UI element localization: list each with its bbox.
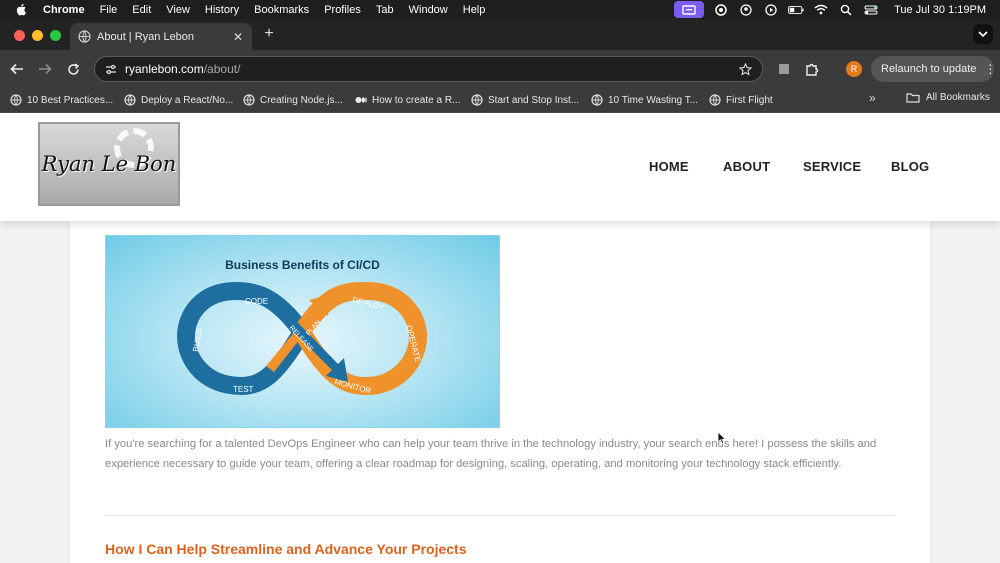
bookmark-favicon-icon [124, 94, 136, 106]
window-close-button[interactable] [14, 30, 25, 41]
mouse-pointer-icon [717, 431, 727, 445]
macos-menu-bar: Chrome File Edit View History Bookmarks … [0, 0, 1000, 19]
cicd-infographic: CODE BUILD TEST RELEASE PLAN DEPLOY OPER… [105, 235, 500, 428]
menu-view[interactable]: View [166, 4, 190, 16]
tab-search-chevron-icon[interactable] [973, 24, 993, 44]
bookmark-item[interactable]: 10 Best Practices... [10, 92, 113, 108]
bookmark-label: 10 Time Wasting T... [608, 94, 699, 106]
menu-bookmarks[interactable]: Bookmarks [254, 4, 309, 16]
site-settings-icon[interactable] [105, 64, 117, 75]
relaunch-label: Relaunch to update [881, 63, 977, 75]
menubar-status-area: Tue Jul 30 1:19PM [674, 0, 1000, 19]
apple-icon[interactable] [14, 3, 30, 16]
forward-arrow-icon[interactable] [35, 59, 55, 79]
relaunch-to-update-button[interactable]: Relaunch to update ⋮ [871, 56, 996, 82]
browser-tab-strip: About | Ryan Lebon ✕ + [0, 19, 1000, 50]
bookmark-star-icon[interactable] [739, 62, 752, 76]
nav-service[interactable]: SERVICE [803, 159, 861, 174]
tab-close-icon[interactable]: ✕ [232, 30, 244, 44]
menu-edit[interactable]: Edit [132, 4, 151, 16]
chrome-menu-icon[interactable]: ⋮ [984, 62, 996, 76]
medium-logo-icon [355, 97, 367, 103]
battery-icon[interactable] [788, 3, 804, 16]
nav-blog[interactable]: BLOG [891, 159, 929, 174]
all-bookmarks-label: All Bookmarks [926, 92, 990, 103]
bookmark-label: Deploy a React/No... [141, 94, 234, 106]
bookmark-label: How to create a R... [372, 94, 461, 106]
menubar-clock[interactable]: Tue Jul 30 1:19PM [894, 4, 986, 16]
section-heading: How I Can Help Streamline and Advance Yo… [105, 541, 467, 557]
extensions-puzzle-icon[interactable] [802, 59, 822, 79]
spotlight-search-icon[interactable] [838, 3, 854, 16]
url-path: /about/ [203, 62, 241, 76]
new-tab-button[interactable]: + [262, 25, 276, 43]
address-bar[interactable]: ryanlebon.com/about/ [94, 56, 763, 82]
extension-square-icon[interactable] [774, 59, 794, 79]
menu-profiles[interactable]: Profiles [324, 4, 361, 16]
bookmark-label: First Flight [726, 94, 773, 106]
intro-paragraph: If you're searching for a talented DevOp… [105, 438, 877, 470]
bookmark-label: Start and Stop Inst... [488, 94, 580, 106]
browser-tab-active[interactable]: About | Ryan Lebon ✕ [70, 23, 252, 50]
bookmark-item[interactable]: First Flight [709, 92, 773, 108]
play-icon[interactable] [763, 3, 779, 16]
wifi-icon[interactable] [813, 3, 829, 16]
url-host: ryanlebon.com [125, 62, 204, 76]
bookmark-favicon-icon [243, 94, 255, 106]
tab-title: About | Ryan Lebon [97, 30, 195, 43]
screen-share-icon[interactable] [674, 1, 705, 18]
logo-text: Ryan Le Bon [41, 152, 177, 176]
bookmark-item[interactable]: Creating Node.js... [243, 92, 343, 108]
menu-help[interactable]: Help [463, 4, 486, 16]
loop-left-segment [176, 281, 310, 396]
address-url[interactable]: ryanlebon.com/about/ [125, 62, 739, 76]
menu-window[interactable]: Window [409, 4, 448, 16]
stage-label-code: CODE [245, 297, 268, 306]
bookmark-favicon-icon [709, 94, 721, 106]
bookmark-label: 10 Best Practices... [27, 94, 114, 106]
infographic-title: Business Benefits of CI/CD [225, 258, 380, 272]
site-logo[interactable]: Ryan Le Bon [38, 122, 180, 206]
window-minimize-button[interactable] [32, 30, 43, 41]
back-arrow-icon[interactable] [7, 59, 27, 79]
browser-toolbar: ryanlebon.com/about/ R Relaunch to updat… [0, 50, 1000, 87]
bookmark-label: Creating Node.js... [260, 94, 343, 106]
all-bookmarks-button[interactable]: All Bookmarks [906, 92, 990, 103]
control-center-icon[interactable] [863, 3, 879, 16]
menu-history[interactable]: History [205, 4, 239, 16]
bookmark-item[interactable]: How to create a R... [355, 92, 460, 108]
bookmark-favicon-icon [471, 94, 483, 106]
bookmarks-bar: 10 Best Practices... Deploy a React/No..… [0, 87, 1000, 113]
bookmark-item[interactable]: Deploy a React/No... [124, 92, 233, 108]
profile-avatar[interactable]: R [846, 61, 862, 77]
menu-app-name[interactable]: Chrome [43, 4, 85, 16]
menu-tab[interactable]: Tab [376, 4, 394, 16]
globe-favicon-icon [78, 30, 91, 43]
nav-about[interactable]: ABOUT [723, 159, 770, 174]
creative-cloud-icon[interactable] [713, 3, 729, 16]
section-divider [105, 515, 895, 516]
bookmark-favicon-icon [591, 94, 603, 106]
stage-label-test: TEST [233, 385, 254, 394]
folder-icon [906, 93, 920, 103]
web-page-viewport[interactable]: Ryan Le Bon HOME ABOUT SERVICE BLOG CODE… [0, 113, 1000, 563]
bookmark-favicon-icon [10, 94, 22, 106]
bookmarks-overflow-chevron-icon[interactable]: » [869, 91, 876, 105]
menu-file[interactable]: File [100, 4, 118, 16]
nav-home[interactable]: HOME [649, 159, 689, 174]
about-content: CODE BUILD TEST RELEASE PLAN DEPLOY OPER… [70, 221, 930, 563]
user-account-icon[interactable] [738, 3, 754, 16]
bookmark-item[interactable]: Start and Stop Inst... [471, 92, 579, 108]
site-header: Ryan Le Bon HOME ABOUT SERVICE BLOG [0, 113, 1000, 221]
window-zoom-button[interactable] [50, 30, 61, 41]
reload-icon[interactable] [63, 59, 83, 79]
bookmark-item[interactable]: 10 Time Wasting T... [591, 92, 698, 108]
